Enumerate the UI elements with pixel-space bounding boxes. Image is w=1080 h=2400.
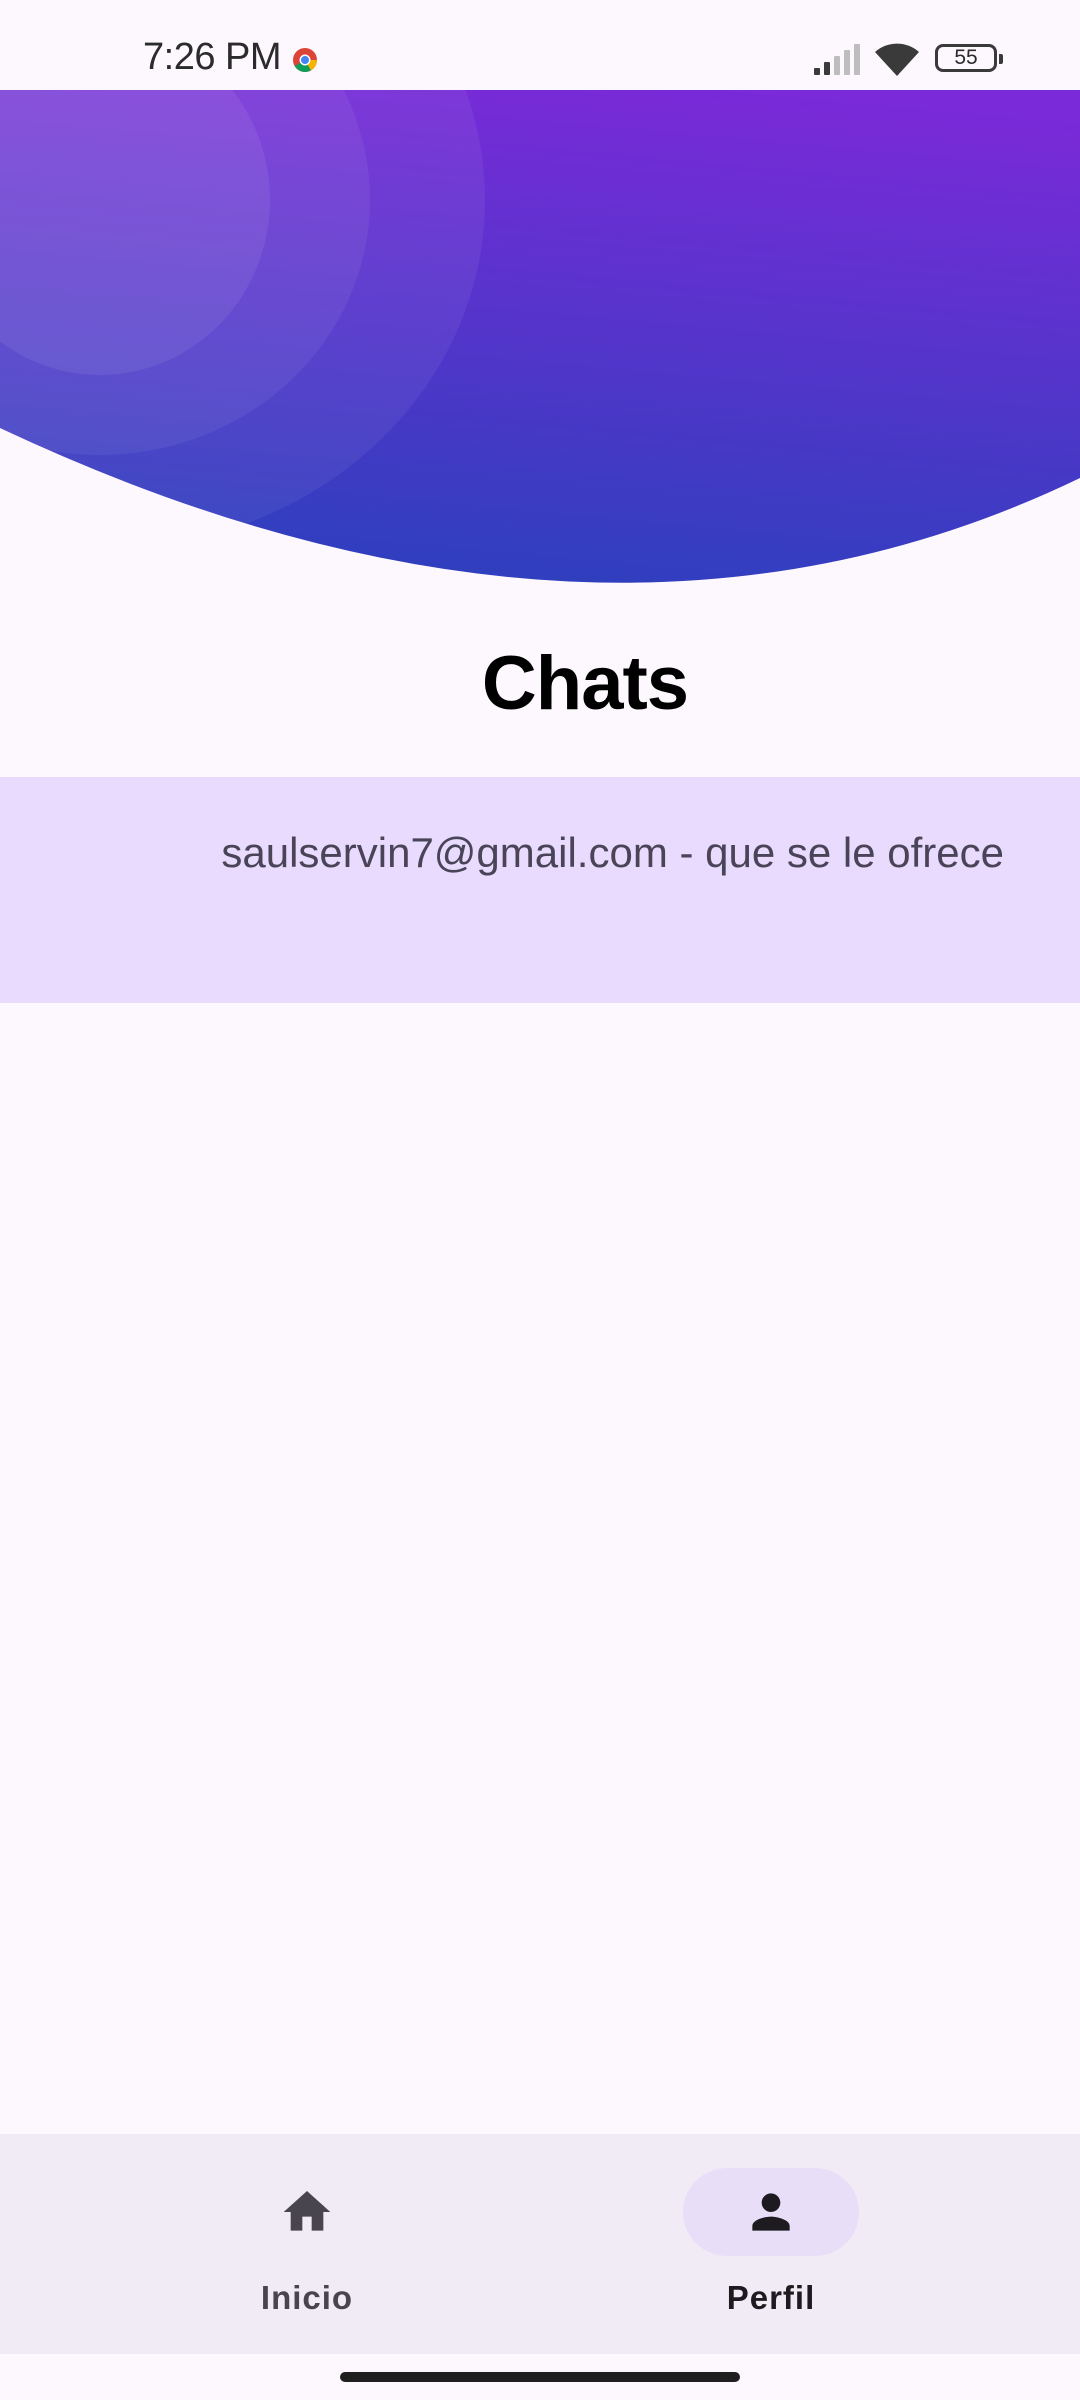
chat-item-text: saulservin7@gmail.com - que se le ofrece [221, 829, 1004, 876]
chat-list-item[interactable]: saulservin7@gmail.com - que se le ofrece [0, 777, 1080, 1003]
home-icon [283, 2191, 331, 2231]
nav-label-inicio: Inicio [260, 2279, 354, 2316]
status-bar: 7:26 PM 55 [0, 0, 1080, 90]
nav-label-perfil: Perfil [726, 2279, 816, 2316]
chrome-icon [293, 48, 317, 73]
person-icon [752, 2193, 790, 2231]
home-indicator[interactable] [340, 2372, 740, 2382]
nav-item-inicio[interactable]: Inicio [157, 2134, 457, 2354]
signal-icon [814, 44, 860, 75]
status-time: 7:26 PM [143, 36, 282, 78]
chat-list: saulservin7@gmail.com - que se le ofrece [0, 777, 1080, 1003]
wifi-icon [875, 43, 919, 76]
header-wave-banner [0, 90, 1080, 583]
battery-level: 55 [954, 46, 978, 69]
nav-item-perfil[interactable]: Perfil [621, 2134, 921, 2354]
battery-icon: 55 [935, 44, 1003, 72]
bottom-navigation: Inicio Perfil [0, 2134, 1080, 2354]
page-title: Chats [481, 641, 689, 726]
